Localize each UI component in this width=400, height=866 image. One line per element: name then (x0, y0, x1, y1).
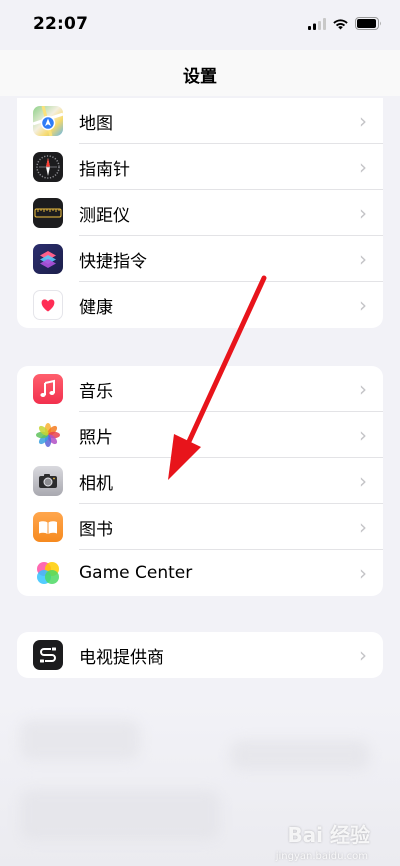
settings-group-apps-2: 音乐 › 照片 › 相机 › 图书 › Game Center › (17, 366, 383, 596)
settings-row-music[interactable]: 音乐 › (17, 366, 383, 412)
settings-row-compass[interactable]: 指南针 › (17, 144, 383, 190)
status-time: 22:07 (33, 14, 89, 34)
settings-row-label: 电视提供商 (79, 647, 164, 668)
game-center-icon (33, 558, 63, 588)
settings-row-label: 地图 (79, 113, 113, 134)
photos-icon (33, 420, 63, 450)
settings-row-label: 照片 (79, 427, 113, 448)
chevron-right-icon: › (359, 643, 367, 667)
health-icon (33, 290, 63, 320)
settings-row-maps[interactable]: 地图 › (17, 98, 383, 144)
settings-row-health[interactable]: 健康 › (17, 282, 383, 328)
settings-row-label: 快捷指令 (79, 251, 147, 272)
settings-row-label: 指南针 (79, 159, 130, 180)
settings-row-measure[interactable]: 测距仪 › (17, 190, 383, 236)
settings-row-photos[interactable]: 照片 › (17, 412, 383, 458)
status-bar: 22:07 (0, 0, 400, 50)
settings-row-label: 音乐 (79, 381, 113, 402)
chevron-right-icon: › (359, 201, 367, 225)
status-icons (308, 17, 382, 30)
settings-row-label: Game Center (79, 563, 193, 583)
chevron-right-icon: › (359, 109, 367, 133)
compass-icon (33, 152, 63, 182)
settings-group-apps-1: 地图 › 指南针 › 测距仪 › 快捷指令 › 健康 › (17, 98, 383, 328)
tv-provider-icon (33, 640, 63, 670)
chevron-right-icon: › (359, 469, 367, 493)
settings-row-label: 相机 (79, 473, 113, 494)
chevron-right-icon: › (359, 377, 367, 401)
wifi-icon (333, 18, 348, 29)
settings-row-shortcuts[interactable]: 快捷指令 › (17, 236, 383, 282)
music-icon (33, 374, 63, 404)
camera-icon (33, 466, 63, 496)
battery-icon (355, 17, 381, 30)
cellular-signal-icon (308, 17, 326, 30)
chevron-right-icon: › (359, 423, 367, 447)
chevron-right-icon: › (359, 155, 367, 179)
chevron-right-icon: › (359, 293, 367, 317)
settings-row-books[interactable]: 图书 › (17, 504, 383, 550)
books-icon (33, 512, 63, 542)
page-title: 设置 (183, 67, 217, 87)
shortcuts-icon (33, 244, 63, 274)
settings-row-tv-provider[interactable]: 电视提供商 › (17, 632, 383, 678)
maps-icon (33, 106, 63, 136)
settings-group-tv-provider: 电视提供商 › (17, 632, 383, 678)
measure-icon (33, 198, 63, 228)
chevron-right-icon: › (359, 561, 367, 585)
settings-row-camera[interactable]: 相机 › (17, 458, 383, 504)
settings-row-label: 健康 (79, 297, 113, 318)
settings-row-game-center[interactable]: Game Center › (17, 550, 383, 596)
settings-row-label: 图书 (79, 519, 113, 540)
chevron-right-icon: › (359, 247, 367, 271)
chevron-right-icon: › (359, 515, 367, 539)
watermark-url: jingyan.baidu.com (275, 851, 368, 862)
watermark: Bai 经验 (287, 823, 370, 847)
navigation-bar: 设置 (0, 50, 400, 96)
settings-row-label: 测距仪 (79, 205, 130, 226)
